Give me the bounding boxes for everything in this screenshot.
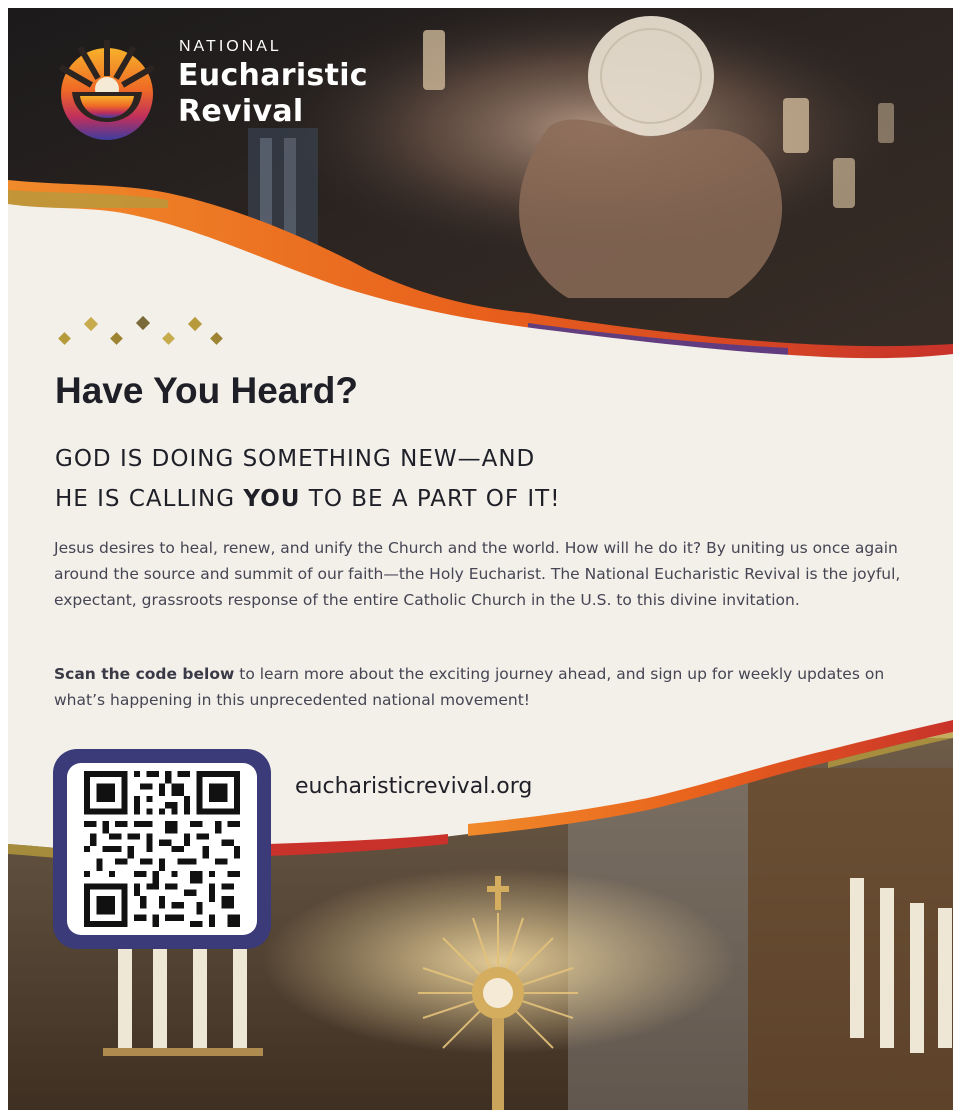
logo: NATIONAL Eucharistic Revival: [52, 34, 392, 144]
qr-code-background: [67, 763, 257, 935]
scan-call-to-action: Scan the code below: [54, 665, 235, 683]
subhead-line-1: GOD IS DOING SOMETHING NEW—AND: [55, 446, 536, 472]
website-url[interactable]: eucharisticrevival.org: [295, 774, 532, 799]
qr-code-frame[interactable]: [53, 749, 271, 949]
logo-small-text: NATIONAL: [179, 38, 282, 55]
subhead-emphasis: YOU: [243, 486, 301, 512]
subhead-line-2-post: TO BE A PART OF IT!: [300, 486, 561, 512]
logo-line-1: Eucharistic: [178, 58, 368, 93]
diamond-dots-icon: [58, 315, 223, 345]
poster: NATIONAL Eucharistic Revival Have You He…: [8, 8, 953, 1110]
body-paragraph-2: Scan the code below to learn more about …: [54, 661, 919, 713]
qr-code-icon: [84, 771, 240, 927]
sunburst-chalice-icon: [58, 40, 156, 140]
subheadline: GOD IS DOING SOMETHING NEW—AND HE IS CAL…: [55, 439, 855, 519]
headline: Have You Heard?: [55, 370, 358, 411]
subhead-line-2-pre: HE IS CALLING: [55, 486, 244, 512]
body-paragraph-1: Jesus desires to heal, renew, and unify …: [54, 539, 901, 609]
logo-line-2: Revival: [178, 94, 304, 129]
